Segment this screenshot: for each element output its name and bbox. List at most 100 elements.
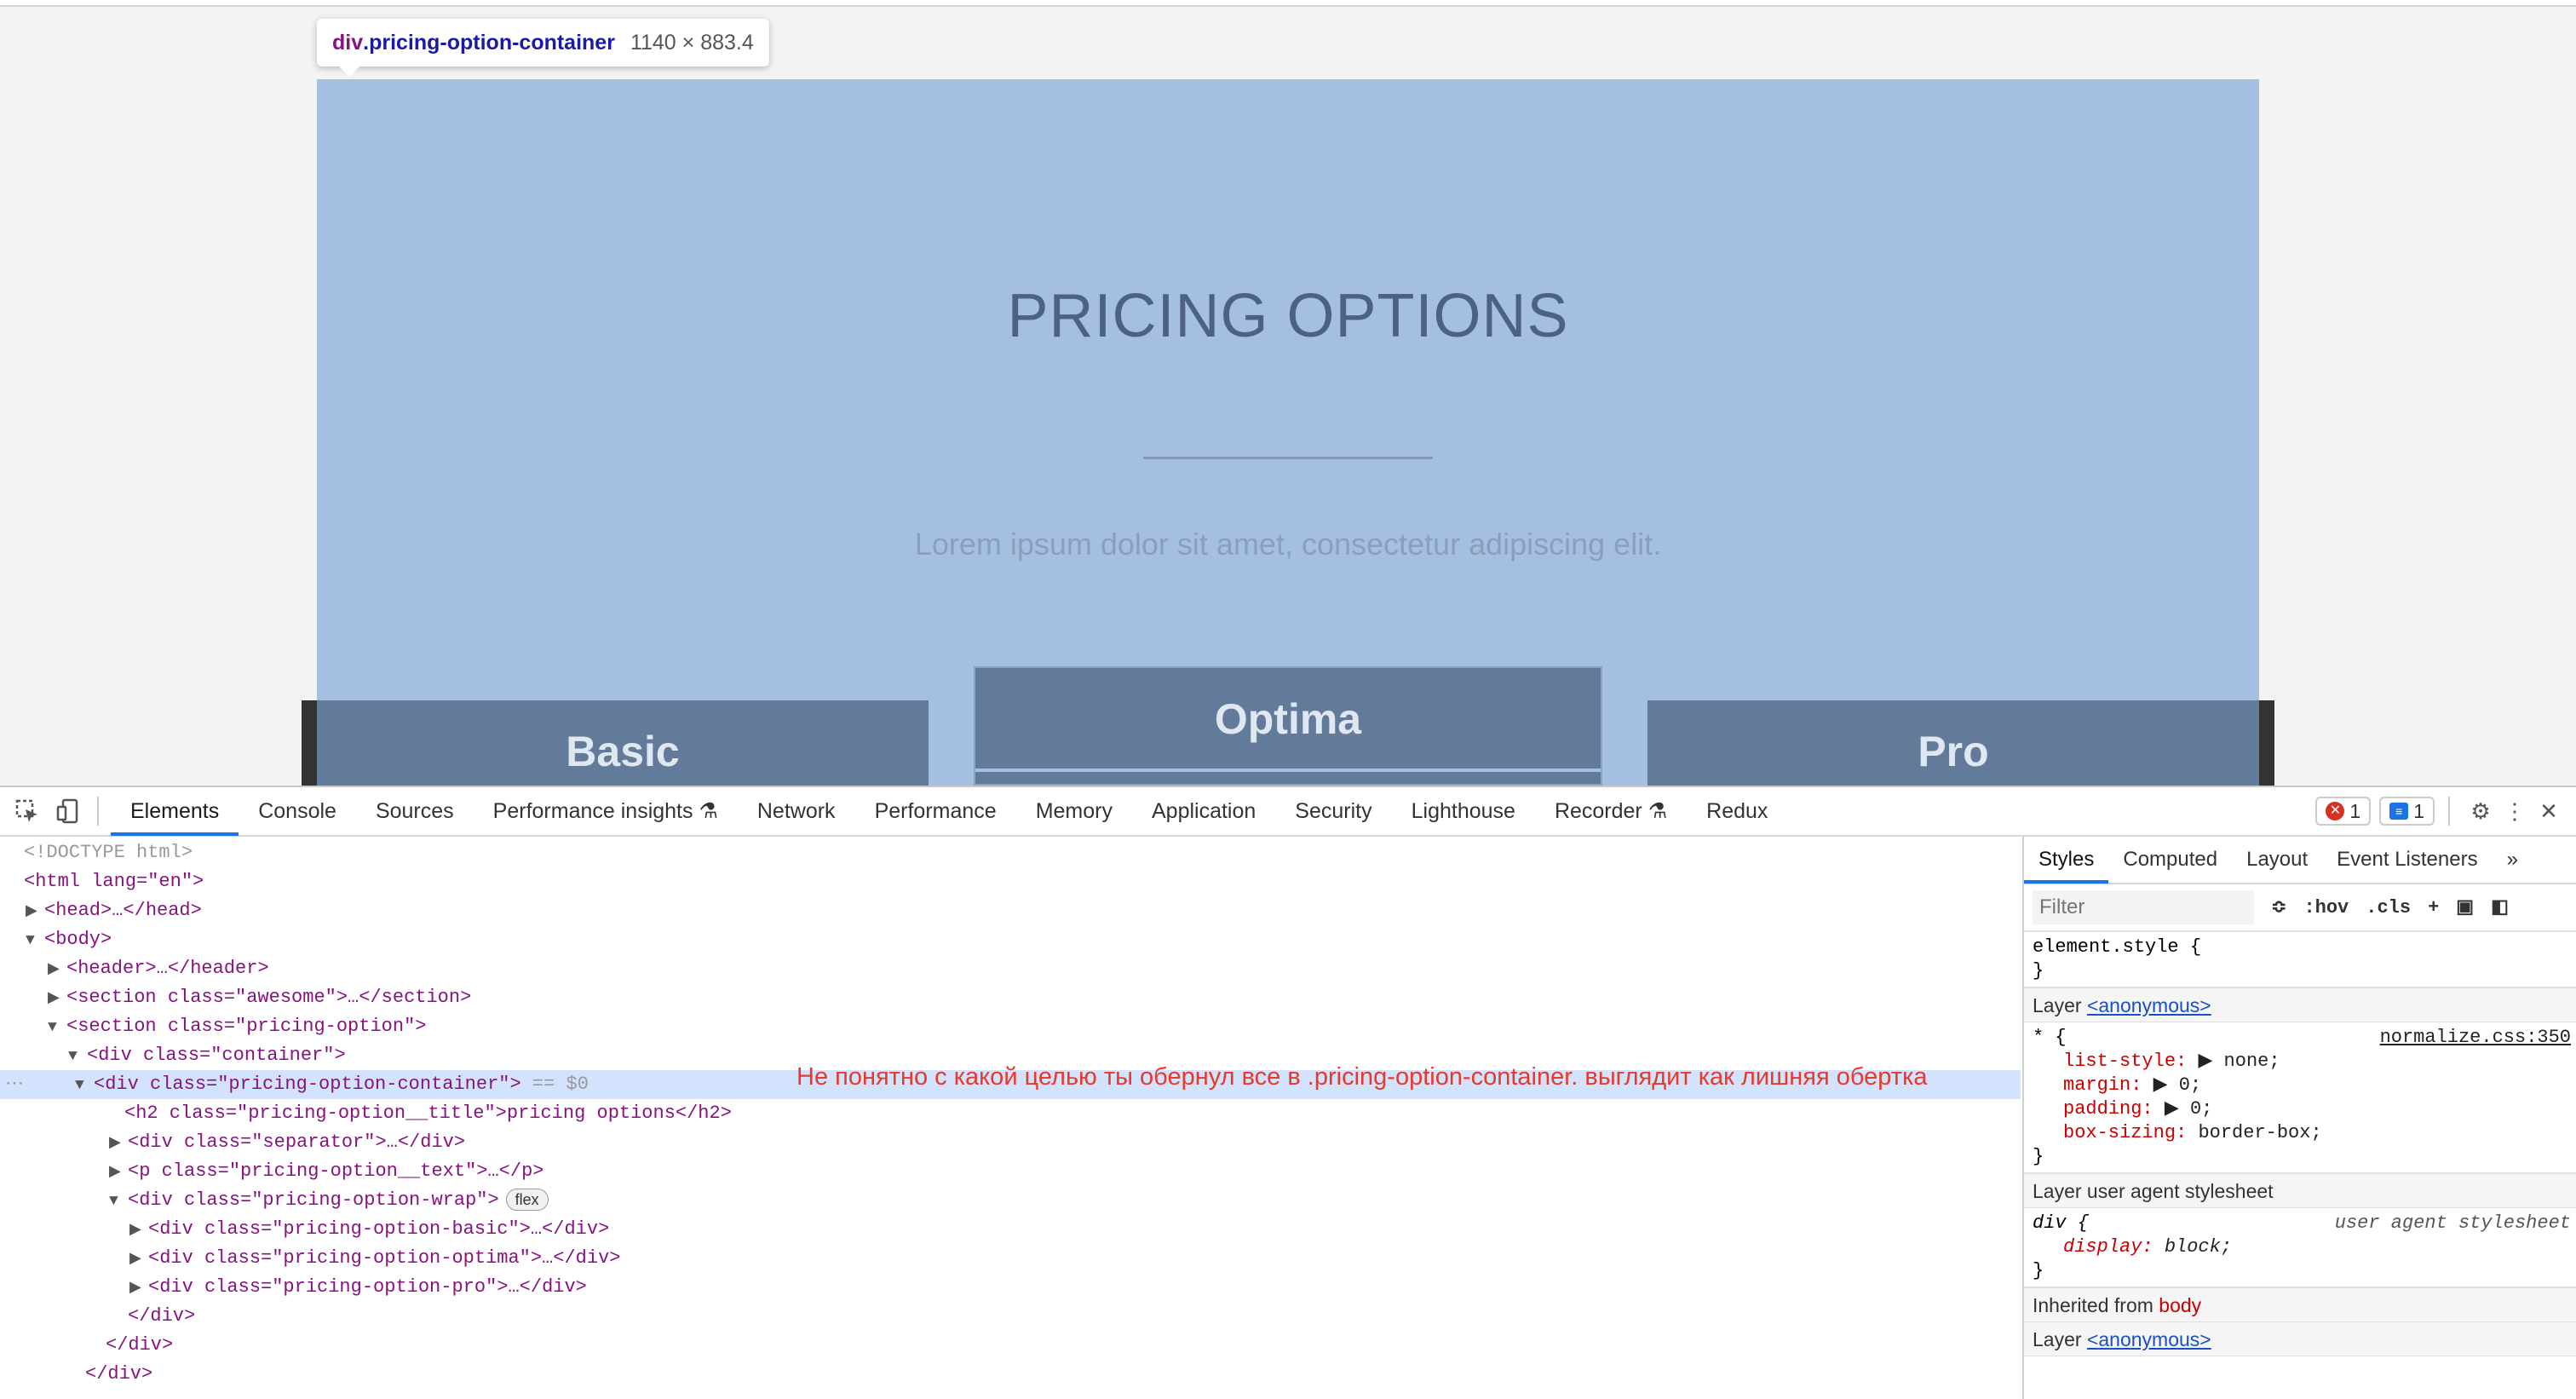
collapse-triangle-icon[interactable]: ▼: [68, 1042, 87, 1071]
flex-badge[interactable]: flex: [505, 1189, 549, 1212]
tab-network[interactable]: Network: [738, 786, 855, 836]
inspect-element-icon[interactable]: [10, 794, 44, 828]
tab-application[interactable]: Application: [1132, 786, 1275, 836]
error-count-badge[interactable]: ✕ 1: [2315, 797, 2372, 826]
flask-icon: ⚗: [699, 799, 718, 823]
gear-icon[interactable]: ⚙: [2464, 794, 2498, 828]
pricing-card-pro[interactable]: Pro: [1647, 700, 2259, 786]
browser-top-rule: [0, 0, 2576, 7]
rule-close-brace: }: [2033, 960, 2044, 982]
devtools-panel: Elements Console Sources Performance ins…: [0, 786, 2576, 1399]
collapse-triangle-icon[interactable]: ▼: [48, 1013, 66, 1042]
close-icon[interactable]: ✕: [2532, 794, 2566, 828]
add-rule-icon[interactable]: +: [2428, 897, 2439, 918]
sidebar-toggle-icon[interactable]: ◧: [2491, 896, 2509, 918]
ellipsis-icon[interactable]: ⋯: [0, 1074, 75, 1095]
elements-dom-tree: <!DOCTYPE html> <html lang="en"> ▶ <head>…: [0, 837, 2021, 1399]
inherited-from-link[interactable]: body: [2159, 1294, 2201, 1316]
expand-triangle-icon[interactable]: ▶: [26, 897, 44, 926]
layer-row: Layer <anonymous>: [2024, 1322, 2576, 1356]
devtools-toolbar: Elements Console Sources Performance ins…: [0, 787, 2576, 837]
expand-triangle-icon[interactable]: ▶: [109, 1158, 128, 1187]
message-count-badge[interactable]: ≡ 1: [2379, 797, 2435, 826]
tab-layout[interactable]: Layout: [2232, 837, 2322, 884]
css-property[interactable]: list-style: ▶ none;: [2033, 1050, 2567, 1074]
rule-selector: element.style {: [2033, 936, 2202, 958]
dom-node[interactable]: ▶ <section class="awesome">…</section>: [48, 983, 471, 1012]
expand-triangle-icon[interactable]: ▶: [129, 1216, 148, 1245]
tab-styles[interactable]: Styles: [2024, 837, 2109, 884]
more-options-icon[interactable]: ⋮: [2498, 794, 2532, 828]
tab-console[interactable]: Console: [239, 786, 356, 836]
dom-node[interactable]: ▶ <head>…</head>: [26, 896, 202, 925]
dom-node[interactable]: ▶ <p class="pricing-option__text">…</p>: [109, 1157, 543, 1186]
dom-node[interactable]: </div>: [85, 1360, 152, 1389]
dom-node[interactable]: ▶ <div class="pricing-option-pro">…</div>: [129, 1273, 587, 1302]
tooltip-selector: div.pricing-option-container: [332, 30, 615, 55]
layer-link[interactable]: <anonymous>: [2087, 1328, 2211, 1350]
paint-icon[interactable]: ▣: [2456, 896, 2474, 918]
tab-event-listeners[interactable]: Event Listeners: [2322, 837, 2492, 884]
collapse-triangle-icon[interactable]: ▼: [75, 1071, 94, 1100]
hov-toggle[interactable]: :hov: [2303, 897, 2349, 918]
toggle-rendering-icon[interactable]: ≎: [2271, 896, 2286, 918]
rule-selector: * {: [2033, 1027, 2067, 1048]
more-tabs-icon[interactable]: »: [2493, 837, 2533, 884]
element-style-rule: element.style { }: [2024, 932, 2576, 988]
inherited-row: Inherited from body: [2024, 1288, 2576, 1322]
dom-node[interactable]: ▼ <div class="pricing-option-wrap"> flex: [109, 1186, 549, 1215]
rule-selector: div {: [2033, 1212, 2090, 1234]
pricing-card-basic[interactable]: Basic: [317, 700, 929, 786]
card-edge-left: [302, 700, 317, 786]
dom-node[interactable]: </div>: [128, 1302, 195, 1331]
expand-triangle-icon[interactable]: ▶: [129, 1245, 148, 1274]
expand-triangle-icon[interactable]: ▶: [48, 955, 66, 984]
dom-node[interactable]: ▶ <div class="separator">…</div>: [109, 1128, 465, 1157]
dom-node[interactable]: ▼ <section class="pricing-option">: [48, 1012, 426, 1041]
div-ua-rule: div {user agent stylesheet display: bloc…: [2024, 1208, 2576, 1288]
tab-recorder[interactable]: Recorder ⚗: [1535, 786, 1687, 836]
dom-node[interactable]: <html lang="en">: [24, 867, 204, 896]
cls-toggle[interactable]: .cls: [2366, 897, 2411, 918]
rule-source-link[interactable]: normalize.css:350: [2380, 1026, 2571, 1050]
tab-sources[interactable]: Sources: [356, 786, 474, 836]
collapse-triangle-icon[interactable]: ▼: [109, 1187, 128, 1216]
dom-node[interactable]: ▶ <div class="pricing-option-optima">…</d…: [129, 1244, 621, 1273]
ua-layer-row: Layer user agent stylesheet: [2024, 1174, 2576, 1208]
tab-performance-insights[interactable]: Performance insights ⚗: [474, 786, 738, 836]
pricing-title: PRICING OPTIONS: [1007, 282, 1569, 350]
expand-triangle-icon[interactable]: ▶: [109, 1129, 128, 1158]
error-icon: ✕: [2326, 802, 2345, 820]
collapse-triangle-icon[interactable]: ▼: [26, 926, 44, 955]
dom-node[interactable]: </div>: [106, 1331, 173, 1360]
dom-node[interactable]: ▶ <div class="pricing-option-basic">…</di…: [129, 1215, 609, 1244]
rule-close-brace: }: [2033, 1260, 2044, 1281]
css-property[interactable]: box-sizing: border-box;: [2033, 1121, 2567, 1145]
layer-link[interactable]: <anonymous>: [2087, 994, 2211, 1016]
tab-redux[interactable]: Redux: [1687, 786, 1787, 836]
layer-row: Layer <anonymous>: [2024, 988, 2576, 1022]
tab-performance[interactable]: Performance: [855, 786, 1016, 836]
tab-memory[interactable]: Memory: [1016, 786, 1132, 836]
review-comment: Не понятно с какой целью ты обернул все …: [796, 1063, 1928, 1091]
tab-elements[interactable]: Elements: [111, 786, 239, 836]
tab-computed[interactable]: Computed: [2108, 837, 2232, 884]
styles-filter-row: ≎ :hov .cls + ▣ ◧: [2024, 884, 2576, 932]
css-property[interactable]: margin: ▶ 0;: [2033, 1074, 2567, 1097]
dom-node[interactable]: ▶ <header>…</header>: [48, 954, 269, 983]
tab-lighthouse[interactable]: Lighthouse: [1392, 786, 1535, 836]
pricing-separator: [1143, 457, 1433, 459]
dom-node[interactable]: ▼ <body>: [26, 925, 112, 954]
pricing-card-optima[interactable]: Optima: [974, 666, 1602, 786]
styles-sidebar: Styles Computed Layout Event Listeners »…: [2022, 837, 2576, 1399]
styles-filter-input[interactable]: [2033, 890, 2254, 924]
rule-close-brace: }: [2033, 1146, 2044, 1167]
device-toolbar-icon[interactable]: [51, 794, 85, 828]
dom-node[interactable]: <h2 class="pricing-option__title">pricin…: [124, 1099, 732, 1128]
dom-node[interactable]: <!DOCTYPE html>: [24, 838, 193, 867]
css-property[interactable]: padding: ▶ 0;: [2033, 1097, 2567, 1121]
tab-security[interactable]: Security: [1275, 786, 1391, 836]
dom-node[interactable]: ▼ <div class="container">: [68, 1041, 346, 1070]
expand-triangle-icon[interactable]: ▶: [48, 984, 66, 1013]
expand-triangle-icon[interactable]: ▶: [129, 1274, 148, 1303]
